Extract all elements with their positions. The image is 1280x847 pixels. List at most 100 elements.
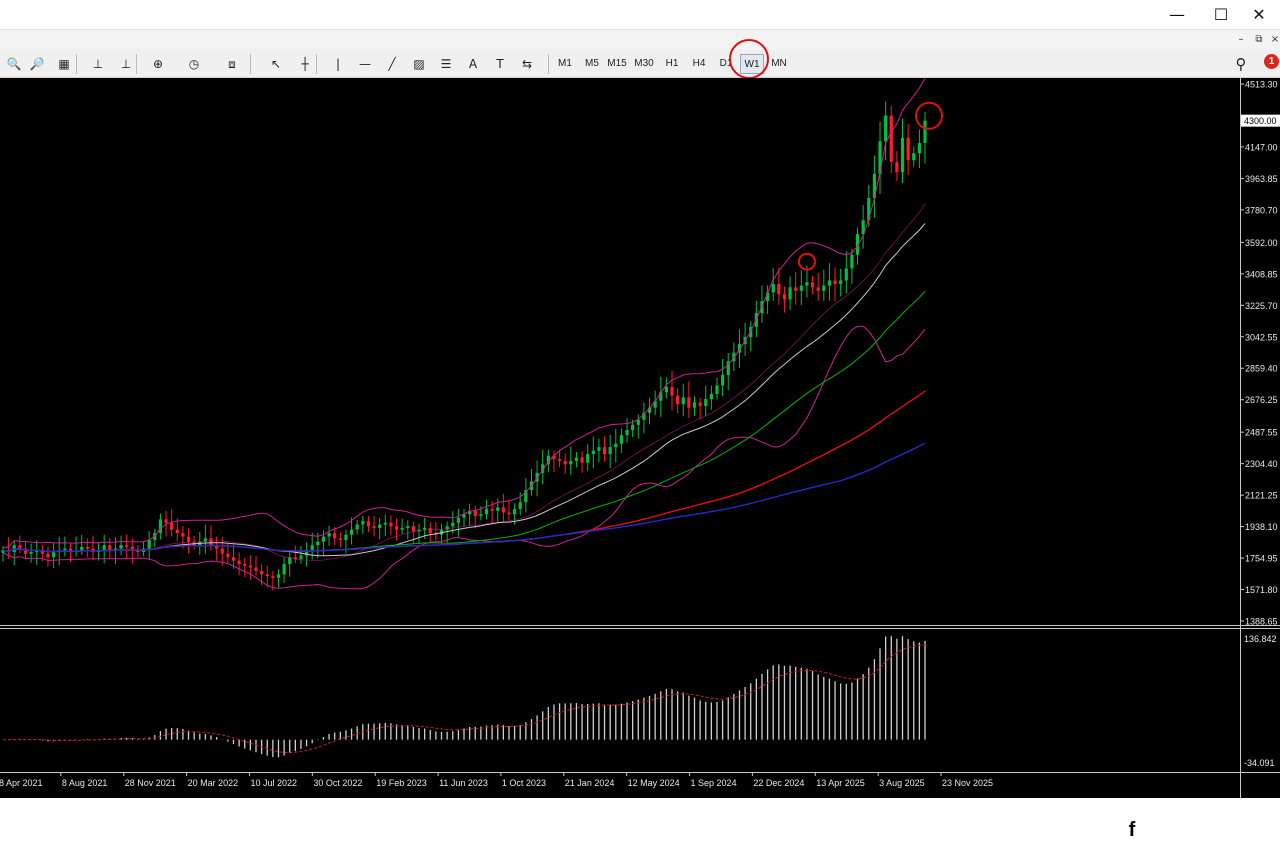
candle-body [850, 254, 854, 269]
search-icon[interactable]: ⚲ [1232, 53, 1250, 75]
candle-body [602, 447, 607, 455]
candle-body [664, 387, 668, 393]
candle-body [715, 385, 719, 394]
timeframe-h1[interactable]: H1 [660, 54, 684, 74]
candle-body [276, 574, 281, 578]
candle-body [231, 557, 236, 561]
mdi-restore-button[interactable]: ⧉ [1252, 33, 1266, 47]
zoom-out-icon[interactable]: 🔎 [27, 53, 47, 75]
timeframe-m1[interactable]: M1 [553, 54, 577, 74]
candle-body [102, 545, 106, 551]
text-label-icon[interactable]: T [490, 53, 510, 75]
timeframe-m15[interactable]: M15 [605, 54, 629, 74]
chart-area[interactable]: 4513.30 4300.00 4147.00 3963.85 3780.70 3592.… [0, 78, 1280, 845]
equidistant-channel-icon[interactable]: ▨ [409, 53, 429, 75]
candle-body [51, 552, 56, 558]
candle-body [389, 522, 393, 527]
time-axis-label: 8 Aug 2021 [62, 778, 108, 788]
candle-body [681, 397, 685, 405]
time-axis-label: 10 Jul 2022 [250, 778, 297, 788]
templates-icon[interactable]: ⧈ [222, 53, 242, 75]
candle-body [333, 533, 337, 539]
candle-body [366, 521, 371, 527]
candle-body [372, 526, 376, 528]
candle-body [46, 553, 50, 558]
horizontal-line-icon[interactable]: — [355, 53, 375, 75]
alert-badge[interactable]: 1 [1264, 54, 1279, 69]
candle-body [906, 137, 910, 161]
price-chart[interactable]: 4513.30 4300.00 4147.00 3963.85 3780.70 3592.… [0, 78, 1280, 798]
price-axis-label: 3780.70 [1245, 205, 1278, 215]
candle-body [794, 287, 798, 291]
zoom-in-icon[interactable]: 🔍 [4, 53, 24, 75]
candle-body [782, 294, 787, 300]
watermark: f @陆小侠 [1118, 813, 1256, 847]
candle-body [243, 564, 247, 566]
candle-body [299, 555, 303, 559]
candle-body [884, 115, 888, 142]
facebook-logo-icon: f [1118, 816, 1146, 844]
candle-body [170, 522, 174, 530]
arrows-icon[interactable]: ⇆ [517, 53, 537, 75]
text-icon[interactable]: A [463, 53, 483, 75]
candle-body [338, 538, 342, 540]
toolbar-separator [136, 54, 137, 74]
candle-body [378, 524, 382, 528]
candle-body [147, 539, 151, 549]
timeframe-m30[interactable]: M30 [632, 54, 656, 74]
candle-body [490, 509, 494, 511]
chart-shift-icon[interactable]: ⊥ [88, 53, 108, 75]
candle-body [895, 161, 899, 173]
price-axis-label: 1938.10 [1245, 522, 1278, 532]
mdi-close-button[interactable]: × [1268, 33, 1280, 47]
candle-body [321, 536, 326, 542]
crosshair-icon[interactable]: ┼ [295, 53, 315, 75]
candle-body [619, 435, 624, 444]
candle-body [704, 399, 708, 406]
mdi-minimize-button[interactable]: – [1234, 33, 1248, 47]
candle-body [597, 447, 601, 451]
time-axis-label: 8 Apr 2021 [0, 778, 43, 788]
candle-body [260, 570, 264, 575]
price-axis-label: 1754.95 [1245, 554, 1278, 564]
candle-body [799, 285, 803, 291]
fibonacci-icon[interactable]: ☰ [436, 53, 456, 75]
trendline-icon[interactable]: ╱ [382, 53, 402, 75]
candle-body [923, 120, 927, 143]
price-axis-label: 3225.70 [1245, 301, 1278, 311]
candle-body [631, 424, 635, 431]
price-axis-label: 2121.25 [1245, 491, 1278, 501]
candle-body [788, 287, 792, 300]
time-axis-label: 1 Oct 2023 [502, 778, 546, 788]
timeframe-m5[interactable]: M5 [580, 54, 604, 74]
candle-body [175, 529, 179, 534]
periods-icon[interactable]: ◷ [184, 53, 204, 75]
candle-body [327, 533, 331, 537]
candle-body [316, 541, 320, 546]
candle-body [428, 527, 432, 534]
price-axis-label: 3408.85 [1245, 269, 1278, 279]
candle-body [164, 519, 168, 523]
tile-windows-icon[interactable]: ▦ [54, 53, 74, 75]
moving-average-slow-blue-line [2, 442, 926, 553]
candle-body [63, 548, 67, 551]
minimize-button[interactable]: — [1154, 0, 1200, 30]
chart-toolbar: 🔍 🔎 ▦ ⊥ ⊥ ⊕ ◷ ⧈ ↖ ┼ | — ╱ ▨ ☰ A T ⇆ M1 M5 M15 M30 H1 H4 D1 W1 MN … [0, 50, 1280, 78]
candle-body [692, 402, 697, 408]
close-button[interactable]: ✕ [1236, 0, 1280, 30]
auto-scroll-icon[interactable]: ⊥ [116, 53, 136, 75]
candle-body [411, 526, 416, 532]
indicators-icon[interactable]: ⊕ [148, 53, 168, 75]
moving-average-fast-line [2, 223, 926, 557]
candle-body [816, 287, 820, 291]
timeframe-mn[interactable]: MN [767, 54, 791, 74]
candle-body [310, 545, 314, 551]
candle-body [484, 509, 489, 515]
time-axis-label: 11 Jun 2023 [439, 778, 488, 788]
candle-body [670, 387, 674, 396]
vertical-line-icon[interactable]: | [328, 53, 348, 75]
cursor-icon[interactable]: ↖ [266, 53, 286, 75]
candle-body [18, 545, 22, 549]
timeframe-h4[interactable]: H4 [687, 54, 711, 74]
candle-body [85, 546, 89, 549]
